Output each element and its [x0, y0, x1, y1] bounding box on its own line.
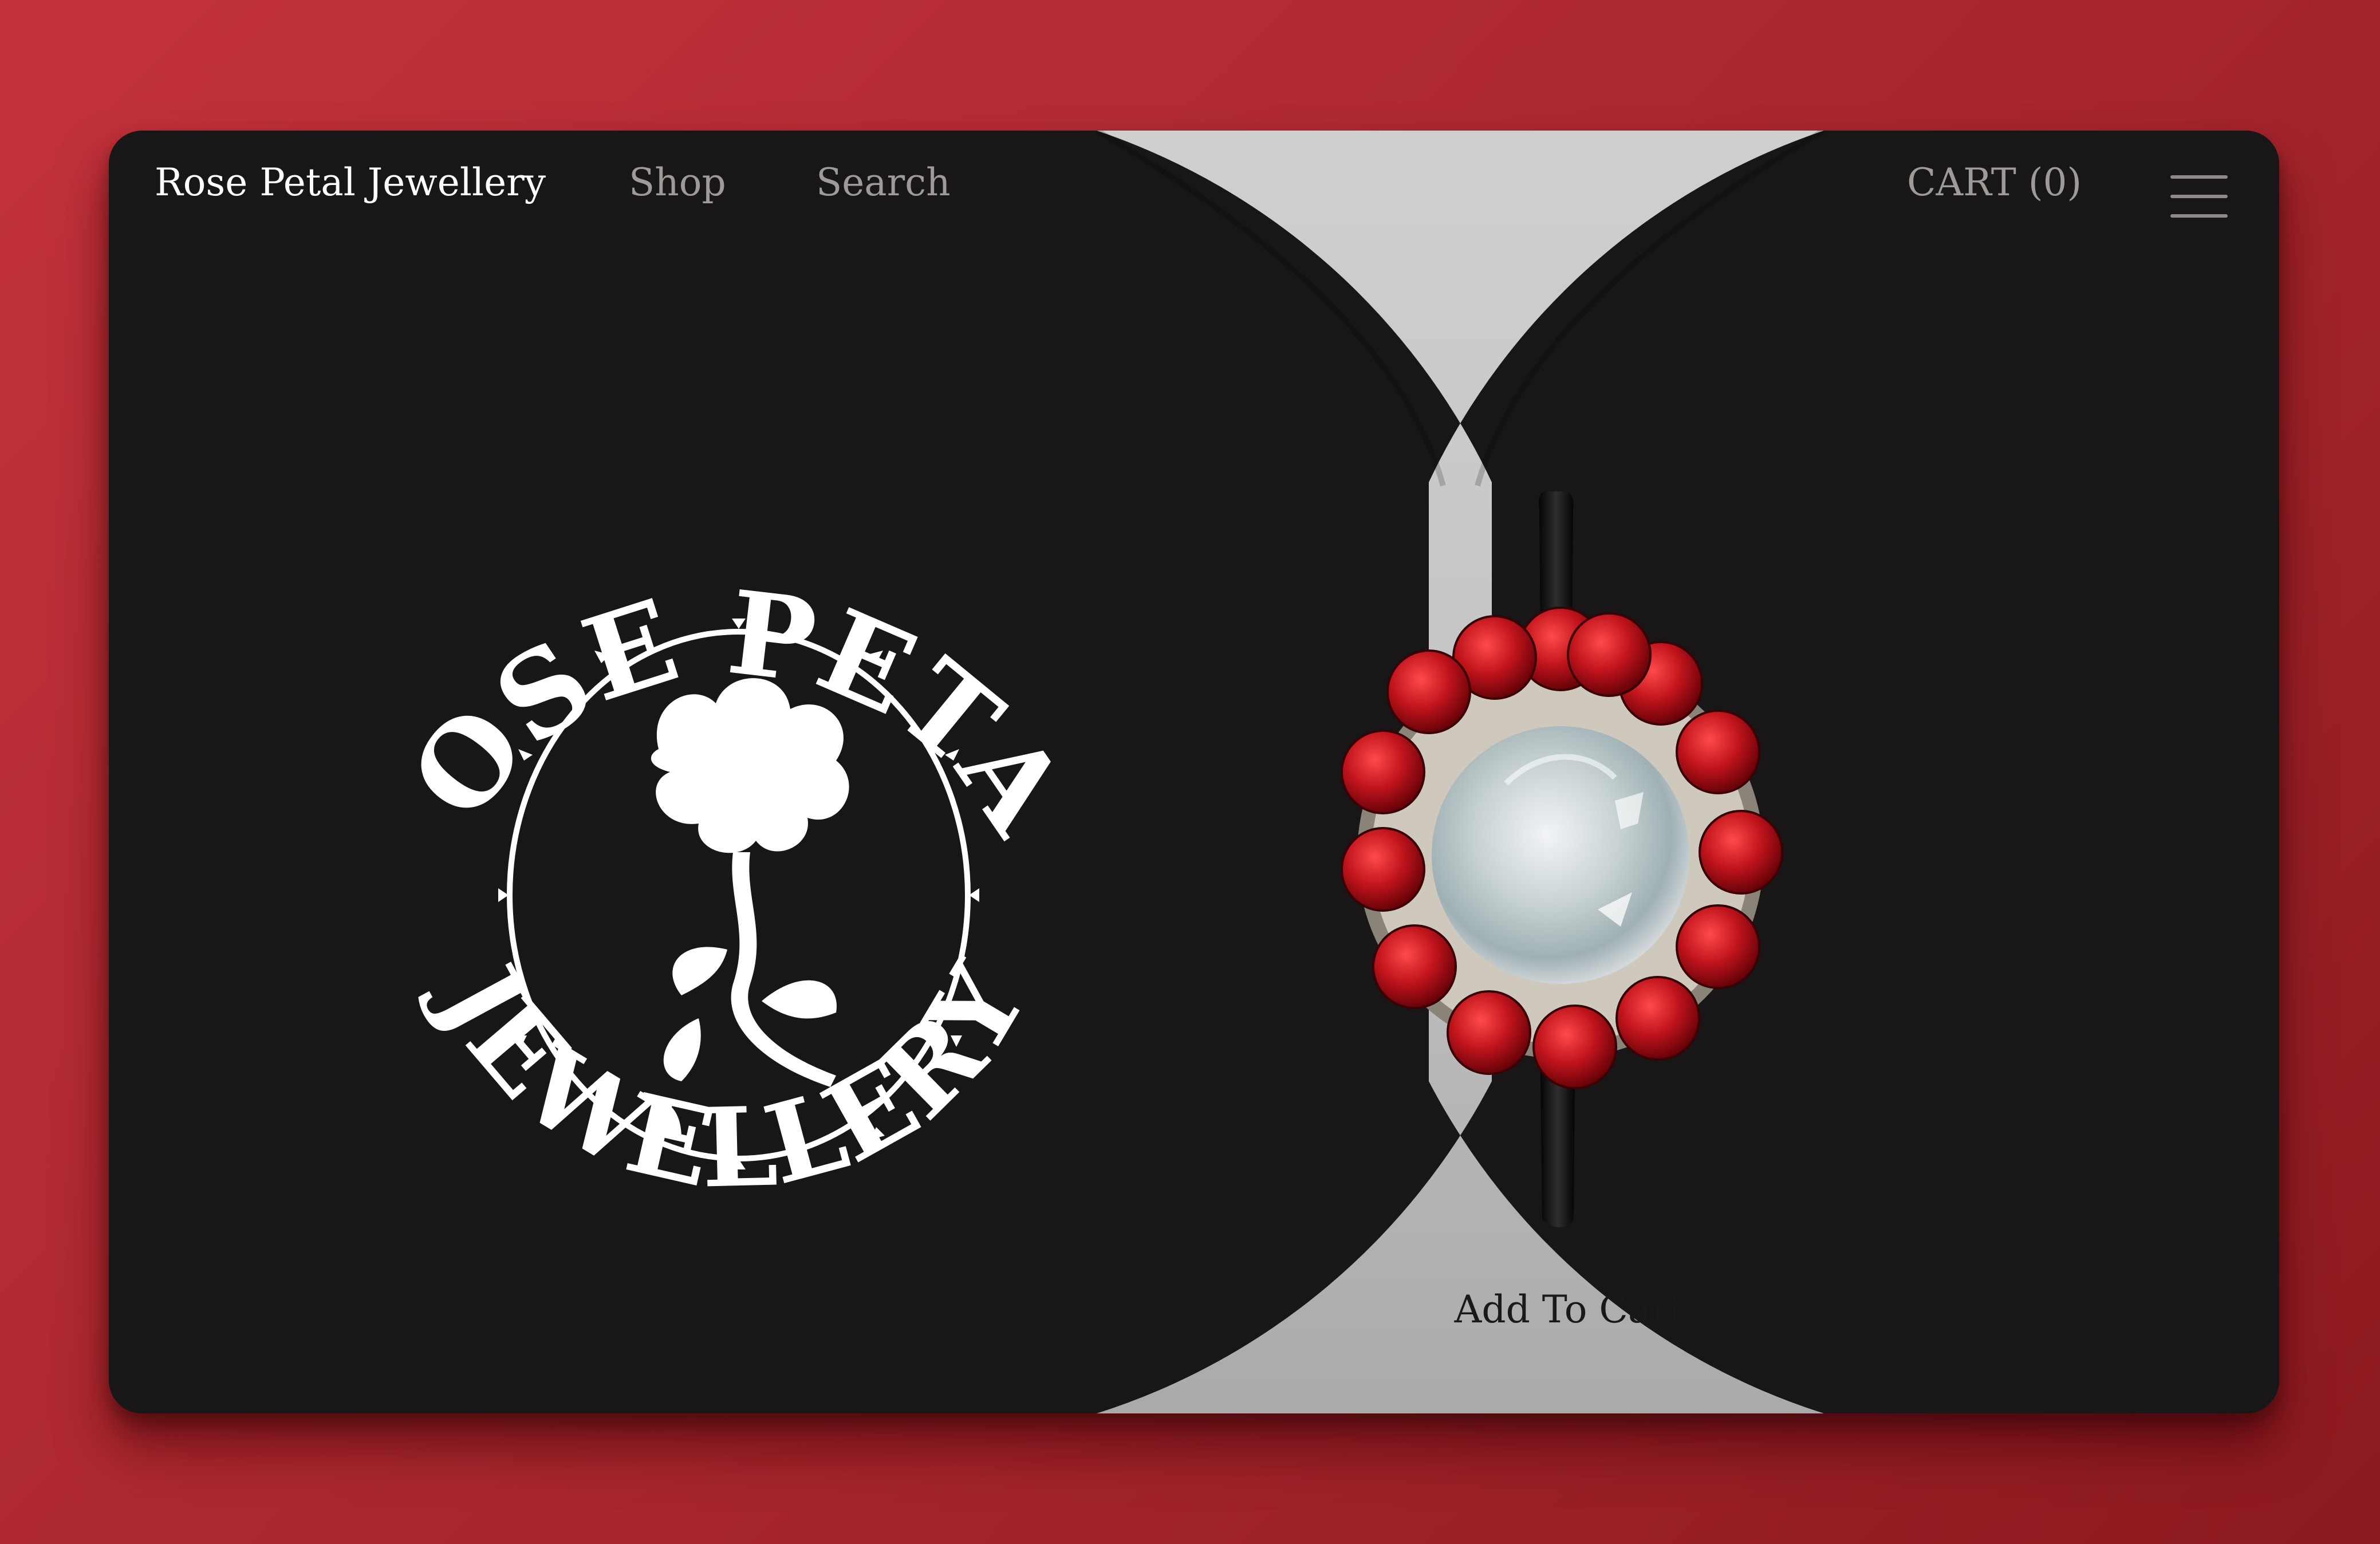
- cart-link[interactable]: CART (0): [1907, 160, 2082, 204]
- rose-icon: [651, 678, 849, 1140]
- brand-name[interactable]: Rose Petal Jewellery: [155, 160, 546, 204]
- landing-card: Rose Petal Jewellery Shop Search CART (0…: [109, 131, 2279, 1413]
- ruby-opal-ring-image[interactable]: [1220, 474, 1901, 1259]
- opal-stone: [1432, 726, 1689, 984]
- nav-search-link[interactable]: Search: [816, 160, 951, 204]
- hamburger-menu-icon[interactable]: [2170, 171, 2228, 222]
- nav-shop-link[interactable]: Shop: [629, 160, 726, 204]
- add-to-cart-button[interactable]: Add To Cart: [1357, 1287, 1781, 1332]
- brand-logo-emblem: ROSE PETAL JEWELLERY: [361, 360, 1093, 1212]
